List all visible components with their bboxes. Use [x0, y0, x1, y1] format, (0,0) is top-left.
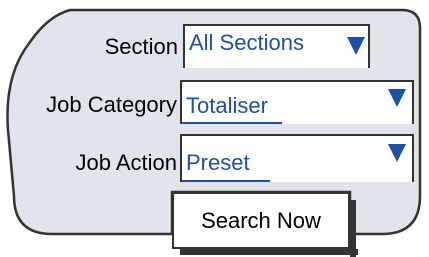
job-action-select[interactable]: Preset: [180, 134, 414, 182]
job-category-select[interactable]: Totaliser: [180, 80, 414, 124]
section-select[interactable]: All Sections: [183, 24, 370, 68]
triangle-down-icon: [388, 144, 406, 162]
triangle-down-icon: [347, 37, 365, 55]
search-now-label: Search Now: [201, 208, 321, 233]
search-now-button[interactable]: Search Now: [172, 192, 358, 257]
section-value: All Sections: [189, 30, 304, 55]
job-action-value: Preset: [186, 150, 250, 175]
search-panel: Section All Sections Job Category Totali…: [0, 0, 429, 257]
job-category-underline: [182, 122, 282, 124]
button-shadow-bottom: [180, 249, 358, 255]
triangle-down-icon: [388, 89, 406, 107]
job-action-label: Job Action: [75, 150, 177, 175]
job-category-label: Job Category: [46, 92, 177, 117]
job-category-value: Totaliser: [186, 93, 268, 118]
job-action-underline: [182, 180, 270, 182]
section-label: Section: [104, 34, 178, 59]
